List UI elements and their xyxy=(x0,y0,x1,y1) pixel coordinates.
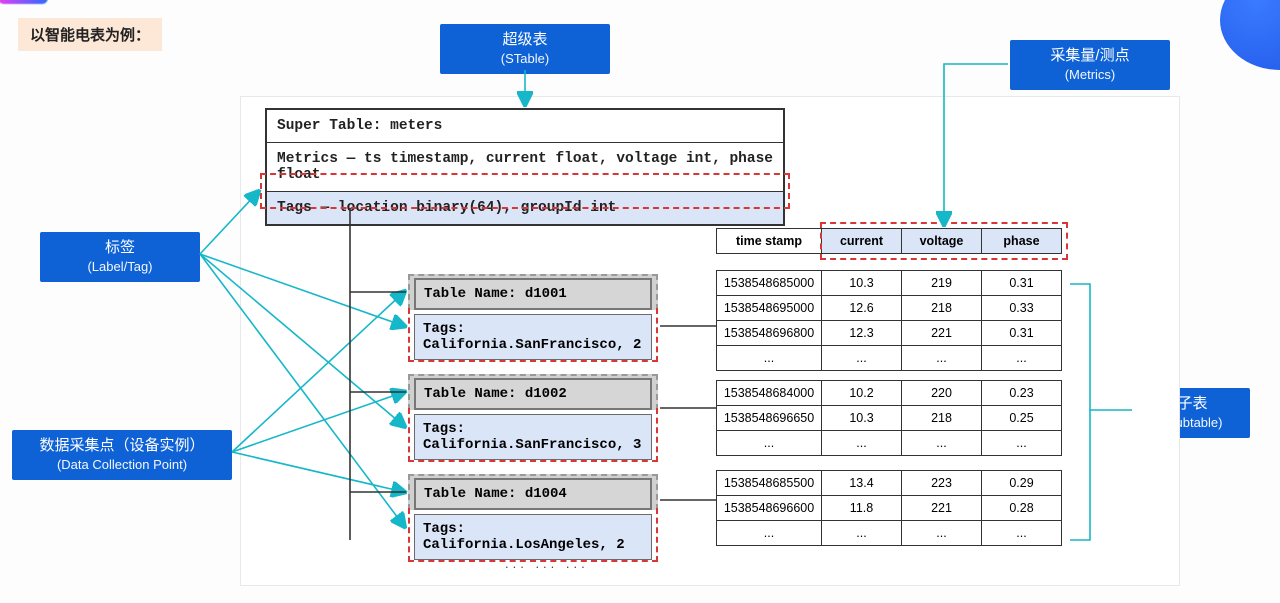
table-row: 153854869665010.32180.25 xyxy=(717,406,1062,431)
data-table-header: time stamp current voltage phase xyxy=(716,228,1062,254)
data-table-d1001: 153854868500010.32190.31 153854869500012… xyxy=(716,270,1062,371)
subtable-d1001: Table Name: d1001 Tags: California.SanFr… xyxy=(408,274,658,360)
super-table-metrics: Metrics — ts timestamp, current float, v… xyxy=(267,143,783,192)
table-row: 153854868500010.32190.31 xyxy=(717,271,1062,296)
decorative-gradient xyxy=(0,0,48,4)
super-table-box: Super Table: meters Metrics — ts timesta… xyxy=(265,108,785,226)
callout-labeltag-title: 标签 xyxy=(105,239,135,256)
table-row: 153854869680012.32210.31 xyxy=(717,321,1062,346)
th-phase: phase xyxy=(982,229,1062,254)
table-row: 153854869500012.62180.33 xyxy=(717,296,1062,321)
callout-labeltag: 标签 (Label/Tag) xyxy=(40,232,200,282)
callout-metrics-sub: (Metrics) xyxy=(1024,66,1156,84)
callout-metrics: 采集量/测点 (Metrics) xyxy=(1010,40,1170,90)
callout-labeltag-sub: (Label/Tag) xyxy=(54,258,186,276)
table-row: 153854868550013.42230.29 xyxy=(717,471,1062,496)
page-title: 以智能电表为例： xyxy=(18,18,162,51)
data-table-d1002: 153854868400010.22200.23 153854869665010… xyxy=(716,380,1062,456)
subtable-d1002: Table Name: d1002 Tags: California.SanFr… xyxy=(408,374,658,460)
table-row: ............ xyxy=(717,431,1062,456)
data-table-d1004: 153854868550013.42230.29 153854869660011… xyxy=(716,470,1062,546)
super-table-tags: Tags — location binary(64), groupId int xyxy=(267,192,783,224)
callout-dcp: 数据采集点（设备实例） (Data Collection Point) xyxy=(12,430,232,480)
table-row: 153854869660011.82210.28 xyxy=(717,496,1062,521)
subtable-name: Table Name: d1001 xyxy=(414,278,652,310)
callout-dcp-sub: (Data Collection Point) xyxy=(26,456,218,474)
subtable-d1004: Table Name: d1004 Tags: California.LosAn… xyxy=(408,474,658,560)
subtable-tags: Tags: California.SanFrancisco, 3 xyxy=(414,414,652,460)
callout-stable: 超级表 (STable) xyxy=(440,24,610,74)
th-current: current xyxy=(822,229,902,254)
decorative-blob xyxy=(1220,0,1280,70)
super-table-title: Super Table: meters xyxy=(267,110,783,143)
callout-stable-sub: (STable) xyxy=(454,50,596,68)
th-timestamp: time stamp xyxy=(717,229,822,254)
callout-subtable-title: 子表 xyxy=(1177,395,1207,412)
callout-dcp-title: 数据采集点（设备实例） xyxy=(39,437,204,454)
subtable-tags: Tags: California.SanFrancisco, 2 xyxy=(414,314,652,360)
table-row: ............ xyxy=(717,521,1062,546)
subtable-tags: Tags: California.LosAngeles, 2 xyxy=(414,514,652,560)
th-voltage: voltage xyxy=(902,229,982,254)
table-row: ............ xyxy=(717,346,1062,371)
bottom-ellipsis: ... ... ... xyxy=(505,556,589,571)
callout-stable-title: 超级表 xyxy=(502,31,547,48)
subtable-name: Table Name: d1002 xyxy=(414,378,652,410)
table-row: 153854868400010.22200.23 xyxy=(717,381,1062,406)
subtable-name: Table Name: d1004 xyxy=(414,478,652,510)
callout-metrics-title: 采集量/测点 xyxy=(1050,47,1129,64)
